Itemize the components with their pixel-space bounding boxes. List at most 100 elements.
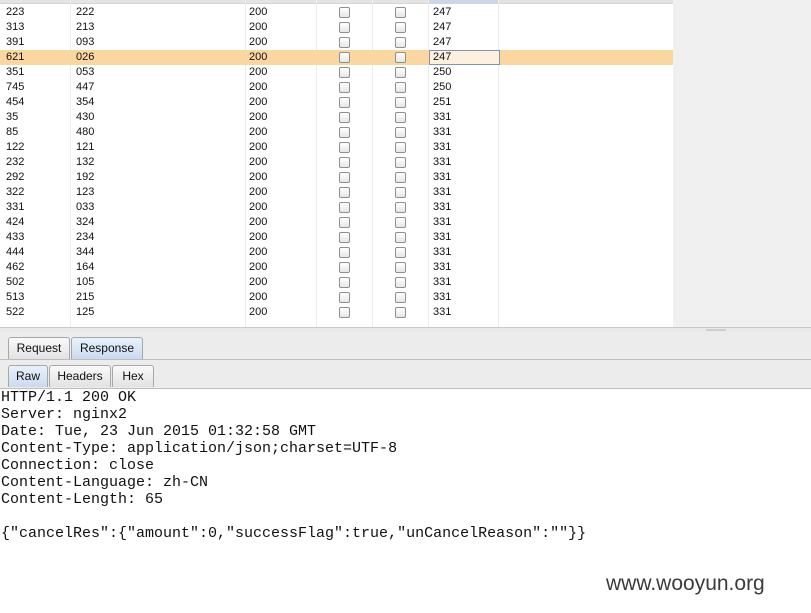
- cell-payload1: 232: [6, 156, 25, 168]
- table-row[interactable]: 621 026 200 247: [0, 50, 673, 65]
- cell-payload1: 313: [6, 21, 25, 33]
- cell-status: 200: [249, 231, 268, 243]
- tab-request[interactable]: Request: [8, 337, 70, 359]
- cell-status: 200: [249, 246, 268, 258]
- cell-length: 331: [433, 291, 452, 303]
- table-row[interactable]: 322 123 200 331: [0, 185, 673, 200]
- cell-payload1: 322: [6, 186, 25, 198]
- cell-length: 331: [433, 246, 452, 258]
- timeout-checkbox[interactable]: [395, 22, 406, 33]
- error-checkbox[interactable]: [339, 127, 350, 138]
- timeout-checkbox[interactable]: [395, 37, 406, 48]
- cell-payload2: 215: [76, 291, 95, 303]
- timeout-checkbox[interactable]: [395, 277, 406, 288]
- timeout-checkbox[interactable]: [395, 7, 406, 18]
- cell-payload1: 331: [6, 201, 25, 213]
- table-row[interactable]: 232 132 200 331: [0, 155, 673, 170]
- timeout-checkbox[interactable]: [395, 112, 406, 123]
- cell-length: 331: [433, 141, 452, 153]
- error-checkbox[interactable]: [339, 52, 350, 63]
- table-row[interactable]: 513 215 200 331: [0, 290, 673, 305]
- timeout-checkbox[interactable]: [395, 202, 406, 213]
- cell-payload2: 026: [76, 51, 95, 63]
- table-row[interactable]: 313 213 200 247: [0, 20, 673, 35]
- timeout-checkbox[interactable]: [395, 97, 406, 108]
- response-body: {"cancelRes":{"amount":0,"successFlag":t…: [1, 525, 587, 542]
- error-checkbox[interactable]: [339, 277, 350, 288]
- cell-status: 200: [249, 141, 268, 153]
- table-row[interactable]: 223 222 200 247: [0, 5, 673, 20]
- error-checkbox[interactable]: [339, 67, 350, 78]
- table-row[interactable]: 522 125 200 331: [0, 305, 673, 320]
- error-checkbox[interactable]: [339, 187, 350, 198]
- error-checkbox[interactable]: [339, 292, 350, 303]
- timeout-checkbox[interactable]: [395, 292, 406, 303]
- table-row[interactable]: 433 234 200 331: [0, 230, 673, 245]
- table-row[interactable]: 85 480 200 331: [0, 125, 673, 140]
- table-row[interactable]: 745 447 200 250: [0, 80, 673, 95]
- cell-payload1: 522: [6, 306, 25, 318]
- cell-payload2: 132: [76, 156, 95, 168]
- table-row[interactable]: 424 324 200 331: [0, 215, 673, 230]
- table-row[interactable]: 292 192 200 331: [0, 170, 673, 185]
- cell-payload2: 430: [76, 111, 95, 123]
- tab-raw[interactable]: Raw: [8, 365, 48, 387]
- error-checkbox[interactable]: [339, 202, 350, 213]
- cell-payload1: 745: [6, 81, 25, 93]
- cell-payload2: 033: [76, 201, 95, 213]
- timeout-checkbox[interactable]: [395, 52, 406, 63]
- table-header-border: [0, 3, 673, 4]
- cell-payload2: 324: [76, 216, 95, 228]
- table-row[interactable]: 444 344 200 331: [0, 245, 673, 260]
- tab-hex[interactable]: Hex: [112, 365, 154, 387]
- cell-length: 331: [433, 306, 452, 318]
- tab-response[interactable]: Response: [71, 337, 143, 359]
- splitter-grip-icon[interactable]: [706, 329, 726, 331]
- tab-headers[interactable]: Headers: [49, 365, 111, 387]
- cell-payload1: 35: [6, 111, 19, 123]
- error-checkbox[interactable]: [339, 37, 350, 48]
- timeout-checkbox[interactable]: [395, 82, 406, 93]
- cell-payload2: 344: [76, 246, 95, 258]
- timeout-checkbox[interactable]: [395, 262, 406, 273]
- timeout-checkbox[interactable]: [395, 172, 406, 183]
- error-checkbox[interactable]: [339, 307, 350, 318]
- table-row[interactable]: 391 093 200 247: [0, 35, 673, 50]
- error-checkbox[interactable]: [339, 247, 350, 258]
- error-checkbox[interactable]: [339, 142, 350, 153]
- error-checkbox[interactable]: [339, 97, 350, 108]
- error-checkbox[interactable]: [339, 22, 350, 33]
- view-tab-bar: Raw Headers Hex: [0, 360, 811, 389]
- error-checkbox[interactable]: [339, 82, 350, 93]
- timeout-checkbox[interactable]: [395, 142, 406, 153]
- error-checkbox[interactable]: [339, 112, 350, 123]
- cell-payload1: 462: [6, 261, 25, 273]
- table-row[interactable]: 454 354 200 251: [0, 95, 673, 110]
- timeout-checkbox[interactable]: [395, 67, 406, 78]
- table-row[interactable]: 331 033 200 331: [0, 200, 673, 215]
- table-row[interactable]: 35 430 200 331: [0, 110, 673, 125]
- error-checkbox[interactable]: [339, 172, 350, 183]
- timeout-checkbox[interactable]: [395, 217, 406, 228]
- timeout-checkbox[interactable]: [395, 157, 406, 168]
- cell-status: 200: [249, 171, 268, 183]
- timeout-checkbox[interactable]: [395, 232, 406, 243]
- cell-payload2: 121: [76, 141, 95, 153]
- timeout-checkbox[interactable]: [395, 187, 406, 198]
- error-checkbox[interactable]: [339, 262, 350, 273]
- timeout-checkbox[interactable]: [395, 247, 406, 258]
- error-checkbox[interactable]: [339, 157, 350, 168]
- cell-payload1: 351: [6, 66, 25, 78]
- table-row[interactable]: 462 164 200 331: [0, 260, 673, 275]
- error-checkbox[interactable]: [339, 7, 350, 18]
- timeout-checkbox[interactable]: [395, 127, 406, 138]
- cell-length: 331: [433, 216, 452, 228]
- error-checkbox[interactable]: [339, 232, 350, 243]
- table-row[interactable]: 122 121 200 331: [0, 140, 673, 155]
- timeout-checkbox[interactable]: [395, 307, 406, 318]
- cell-payload1: 454: [6, 96, 25, 108]
- response-header-line: Content-Type: application/json;charset=U…: [1, 440, 398, 457]
- table-row[interactable]: 502 105 200 331: [0, 275, 673, 290]
- error-checkbox[interactable]: [339, 217, 350, 228]
- table-row[interactable]: 351 053 200 250: [0, 65, 673, 80]
